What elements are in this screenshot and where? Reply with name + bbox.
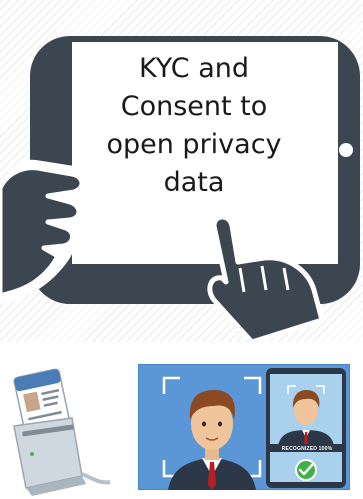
checkmark-icon (295, 459, 317, 481)
tablet-home-button (339, 143, 353, 157)
kyc-consent-caption: KYC and Consent to open privacy data (106, 53, 282, 198)
face-recognition-icon (138, 364, 350, 490)
id-card-reader-icon (13, 368, 111, 496)
recognized-badge: RECOGNIZED 100% (281, 446, 333, 452)
